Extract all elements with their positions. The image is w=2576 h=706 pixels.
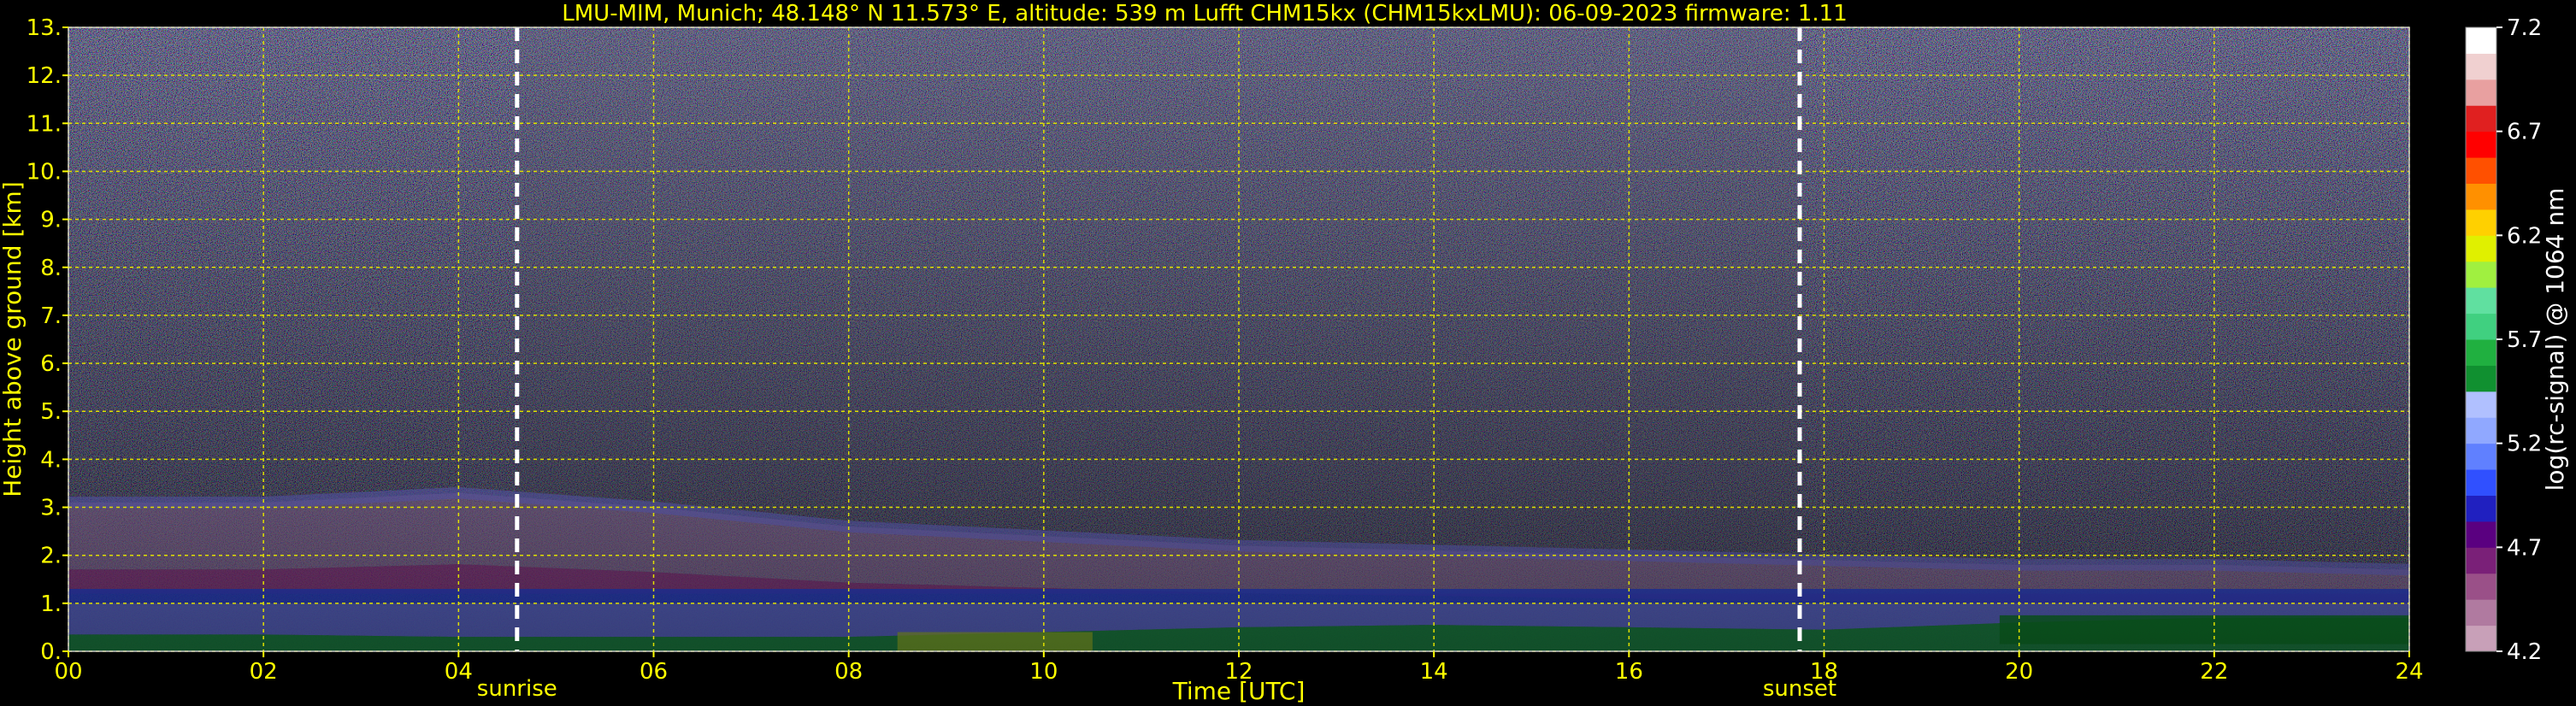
colorbar-segment [2466, 547, 2496, 574]
x-tick-label: 06 [640, 659, 668, 685]
colorbar-segment [2466, 183, 2496, 210]
x-tick-label: 16 [1615, 659, 1643, 685]
colorbar-segment [2466, 313, 2496, 340]
y-tick-label: 4. [40, 447, 62, 473]
y-tick-label: 0. [40, 639, 62, 665]
y-tick-label: 3. [40, 496, 62, 521]
colorbar: 4.2 4.7 5.2 5.7 6.2 6.7 7.2 [2465, 15, 2542, 665]
colorbar-segment [2466, 417, 2496, 444]
y-tick-label: 2. [40, 544, 62, 569]
colorbar-tick-label: 5.7 [2507, 327, 2542, 353]
colorbar-segment [2466, 131, 2496, 158]
chart-title: LMU-MIM, Munich; 48.148° N 11.573° E, al… [562, 1, 1847, 26]
y-tick-label: 7. [40, 303, 62, 329]
y-axis-label: Height above ground [km] [0, 181, 27, 497]
colorbar-segment [2466, 391, 2496, 418]
x-tick-label: 18 [1810, 659, 1838, 685]
sunrise-label: sunrise [477, 676, 557, 702]
colorbar-segment [2466, 235, 2496, 262]
colorbar-segment [2466, 521, 2496, 548]
x-axis-label: Time [UTC] [1172, 677, 1306, 705]
x-tick-label: 04 [445, 659, 473, 685]
colorbar-segment [2466, 495, 2496, 522]
x-tick-label: 02 [250, 659, 278, 685]
x-tick-label: 10 [1029, 659, 1058, 685]
colorbar-segment [2466, 209, 2496, 236]
colorbar-tick-label: 5.2 [2507, 432, 2542, 457]
colorbar-segment [2466, 105, 2496, 132]
colorbar-segment [2466, 339, 2496, 366]
colorbar-tick-label: 6.2 [2507, 223, 2542, 249]
colorbar-tick-label: 6.7 [2507, 120, 2542, 145]
x-tick-label: 24 [2395, 659, 2423, 685]
colorbar-segment [2466, 79, 2496, 106]
colorbar-label: log(rc-signal) @ 1064 nm [2541, 188, 2569, 491]
y-tick-label: 11. [27, 111, 62, 137]
y-tick-label: 13. [27, 15, 62, 41]
colorbar-segment [2466, 599, 2496, 627]
colorbar-segment [2466, 53, 2496, 80]
y-tick-label: 5. [40, 399, 62, 425]
colorbar-segment [2466, 157, 2496, 184]
colorbar-segment [2466, 365, 2496, 392]
x-tick-label: 14 [1420, 659, 1448, 685]
colorbar-segment [2466, 573, 2496, 600]
shade [68, 27, 2409, 651]
plot-area [68, 27, 2409, 651]
heatmap-field [68, 27, 2409, 651]
colorbar-segment [2466, 287, 2496, 315]
colorbar-tick-label: 7.2 [2507, 15, 2542, 41]
colorbar-segment [2466, 261, 2496, 288]
colorbar-segment [2466, 443, 2496, 470]
y-tick-label: 10. [27, 159, 62, 185]
x-tick-label: 20 [2005, 659, 2033, 685]
y-tick-label: 6. [40, 351, 62, 377]
y-tick-label: 9. [40, 208, 62, 233]
y-tick-label: 1. [40, 591, 62, 617]
colorbar-segment [2466, 27, 2496, 54]
colorbar-segment [2466, 625, 2496, 652]
y-tick-label: 12. [27, 63, 62, 89]
colorbar-tick-label: 4.7 [2507, 535, 2542, 561]
y-tick-label: 8. [40, 256, 62, 281]
ceilometer-chart: sunrise sunset00 02 04 06 08 10 12 14 16 18 20 22 240… [0, 1, 2569, 705]
x-tick-label: 08 [834, 659, 863, 685]
x-tick-label: 22 [2200, 659, 2228, 685]
colorbar-segment [2466, 469, 2496, 496]
colorbar-tick-label: 4.2 [2507, 639, 2542, 665]
